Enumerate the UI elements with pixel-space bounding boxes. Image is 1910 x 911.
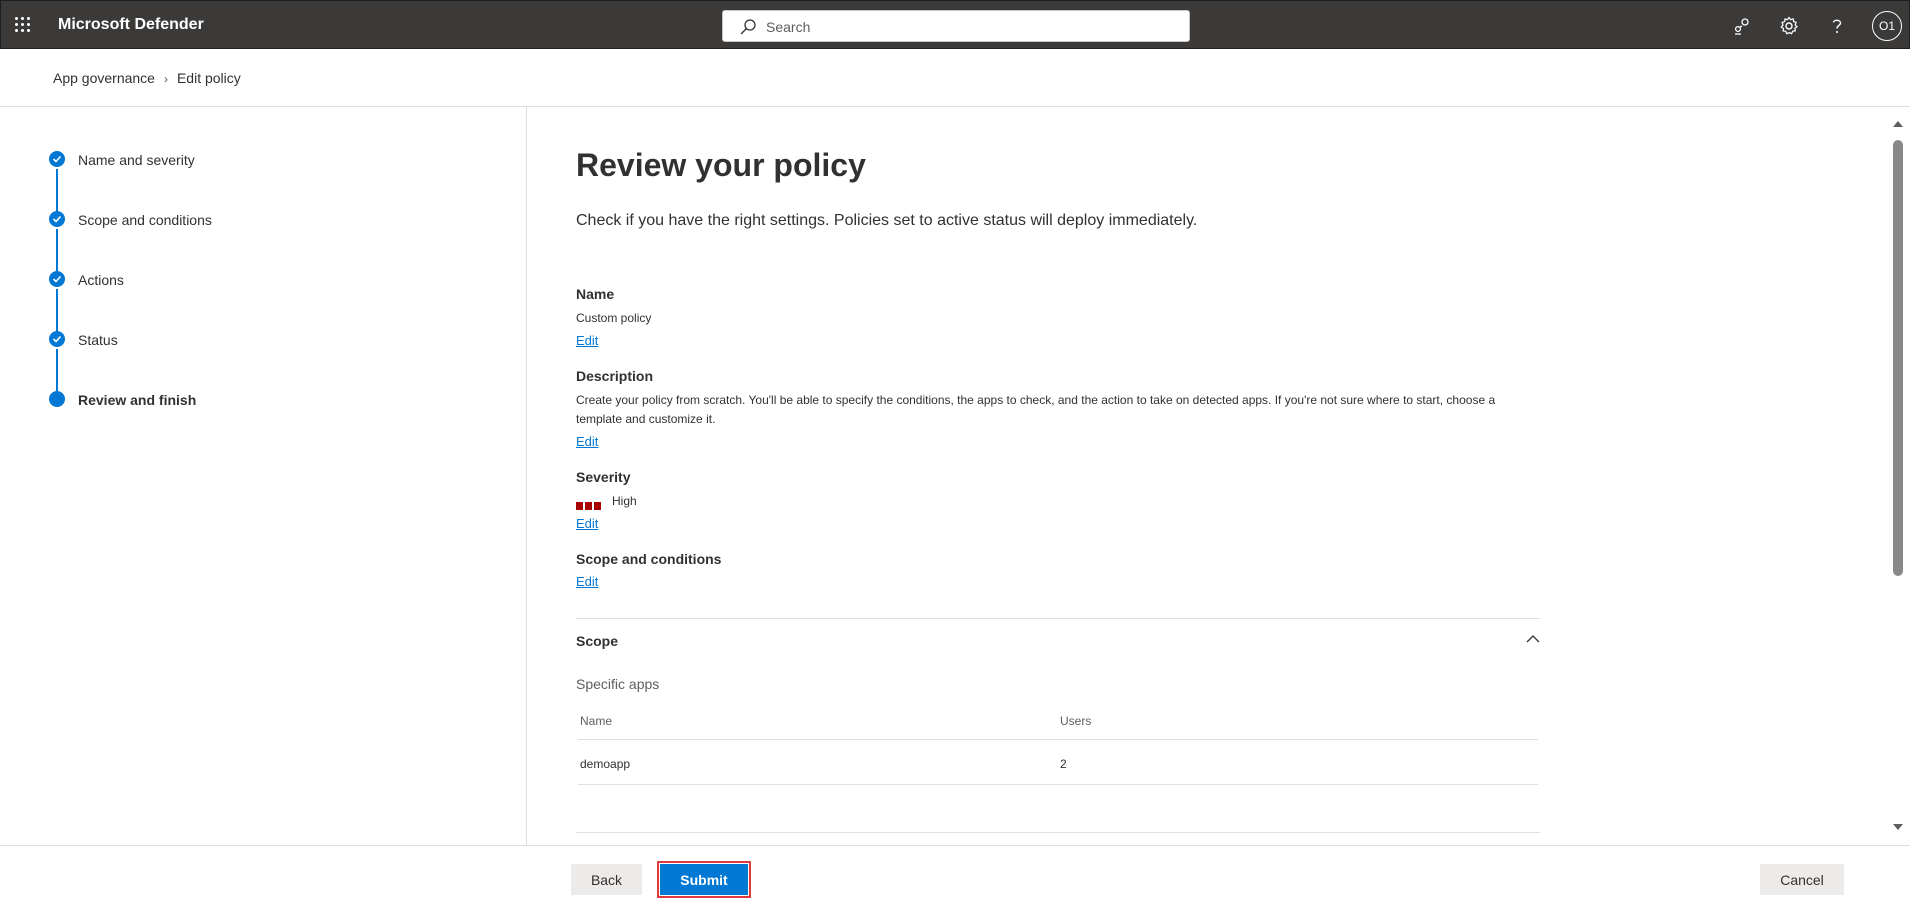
settings-gear-icon[interactable] (1777, 14, 1801, 38)
section-divider (576, 832, 1540, 833)
severity-value: High (612, 494, 637, 508)
user-avatar[interactable]: O1 (1872, 11, 1902, 41)
scope-subheading: Specific apps (576, 676, 660, 692)
name-value: Custom policy (576, 311, 652, 325)
search-box[interactable]: Search (722, 10, 1190, 42)
step-label: Scope and conditions (78, 212, 212, 228)
app-title[interactable]: Microsoft Defender (58, 16, 204, 34)
wizard-steps: Name and severity Scope and conditions A… (0, 107, 527, 845)
description-heading: Description (576, 368, 654, 384)
table-cell-name: demoapp (580, 757, 631, 771)
edit-description-link[interactable]: Edit (576, 434, 598, 449)
scope-heading[interactable]: Scope (576, 633, 618, 649)
current-step-dot-icon (49, 391, 65, 407)
breadcrumb-app-governance[interactable]: App governance (53, 70, 155, 86)
scope-conditions-heading: Scope and conditions (576, 551, 722, 567)
edit-scope-conditions-link[interactable]: Edit (576, 574, 598, 589)
search-icon (740, 19, 756, 35)
step-connector (56, 349, 58, 393)
description-value-line1: Create your policy from scratch. You'll … (576, 393, 1496, 407)
step-label: Review and finish (78, 392, 197, 408)
checkmark-icon (49, 151, 65, 167)
review-panel: Review your policy Check if you have the… (528, 107, 1888, 845)
edit-severity-link[interactable]: Edit (576, 516, 598, 531)
description-value-line2: template and customize it. (576, 412, 716, 426)
severity-heading: Severity (576, 469, 631, 485)
chevron-right-icon: › (163, 72, 168, 86)
checkmark-icon (49, 331, 65, 347)
cancel-button[interactable]: Cancel (1760, 864, 1844, 895)
community-icon[interactable] (1730, 14, 1754, 38)
help-icon[interactable] (1825, 14, 1849, 38)
app-launcher-icon[interactable] (13, 15, 33, 35)
edit-name-link[interactable]: Edit (576, 333, 598, 348)
chevron-up-icon[interactable] (1525, 631, 1541, 647)
scrollbar-thumb[interactable] (1893, 140, 1903, 576)
submit-button[interactable]: Submit (657, 861, 751, 898)
step-connector (56, 169, 58, 213)
scroll-up-arrow-icon[interactable] (1891, 117, 1905, 131)
page-subtitle: Check if you have the right settings. Po… (576, 212, 1198, 229)
back-button[interactable]: Back (571, 864, 642, 895)
scroll-down-arrow-icon[interactable] (1891, 820, 1905, 834)
breadcrumb: App governance › Edit policy (53, 70, 241, 86)
search-placeholder: Search (766, 19, 811, 35)
wizard-footer: Back Submit Cancel (0, 845, 1910, 911)
name-heading: Name (576, 286, 615, 302)
table-cell-users: 2 (1060, 757, 1067, 771)
checkmark-icon (49, 211, 65, 227)
step-connector (56, 289, 58, 333)
breadcrumb-edit-policy: Edit policy (176, 70, 241, 86)
step-label: Actions (78, 272, 124, 288)
table-row-divider (578, 784, 1538, 785)
table-header-divider (578, 739, 1538, 740)
step-connector (56, 229, 58, 273)
checkmark-icon (49, 271, 65, 287)
step-label: Name and severity (78, 152, 195, 168)
column-header-users[interactable]: Users (1060, 714, 1091, 728)
column-header-name[interactable]: Name (580, 714, 612, 728)
step-label: Status (78, 332, 118, 348)
page-title: Review your policy (576, 147, 866, 183)
severity-high-icon (576, 497, 603, 515)
top-bar: Microsoft Defender Search O1 (0, 0, 1910, 49)
section-divider (576, 618, 1540, 619)
